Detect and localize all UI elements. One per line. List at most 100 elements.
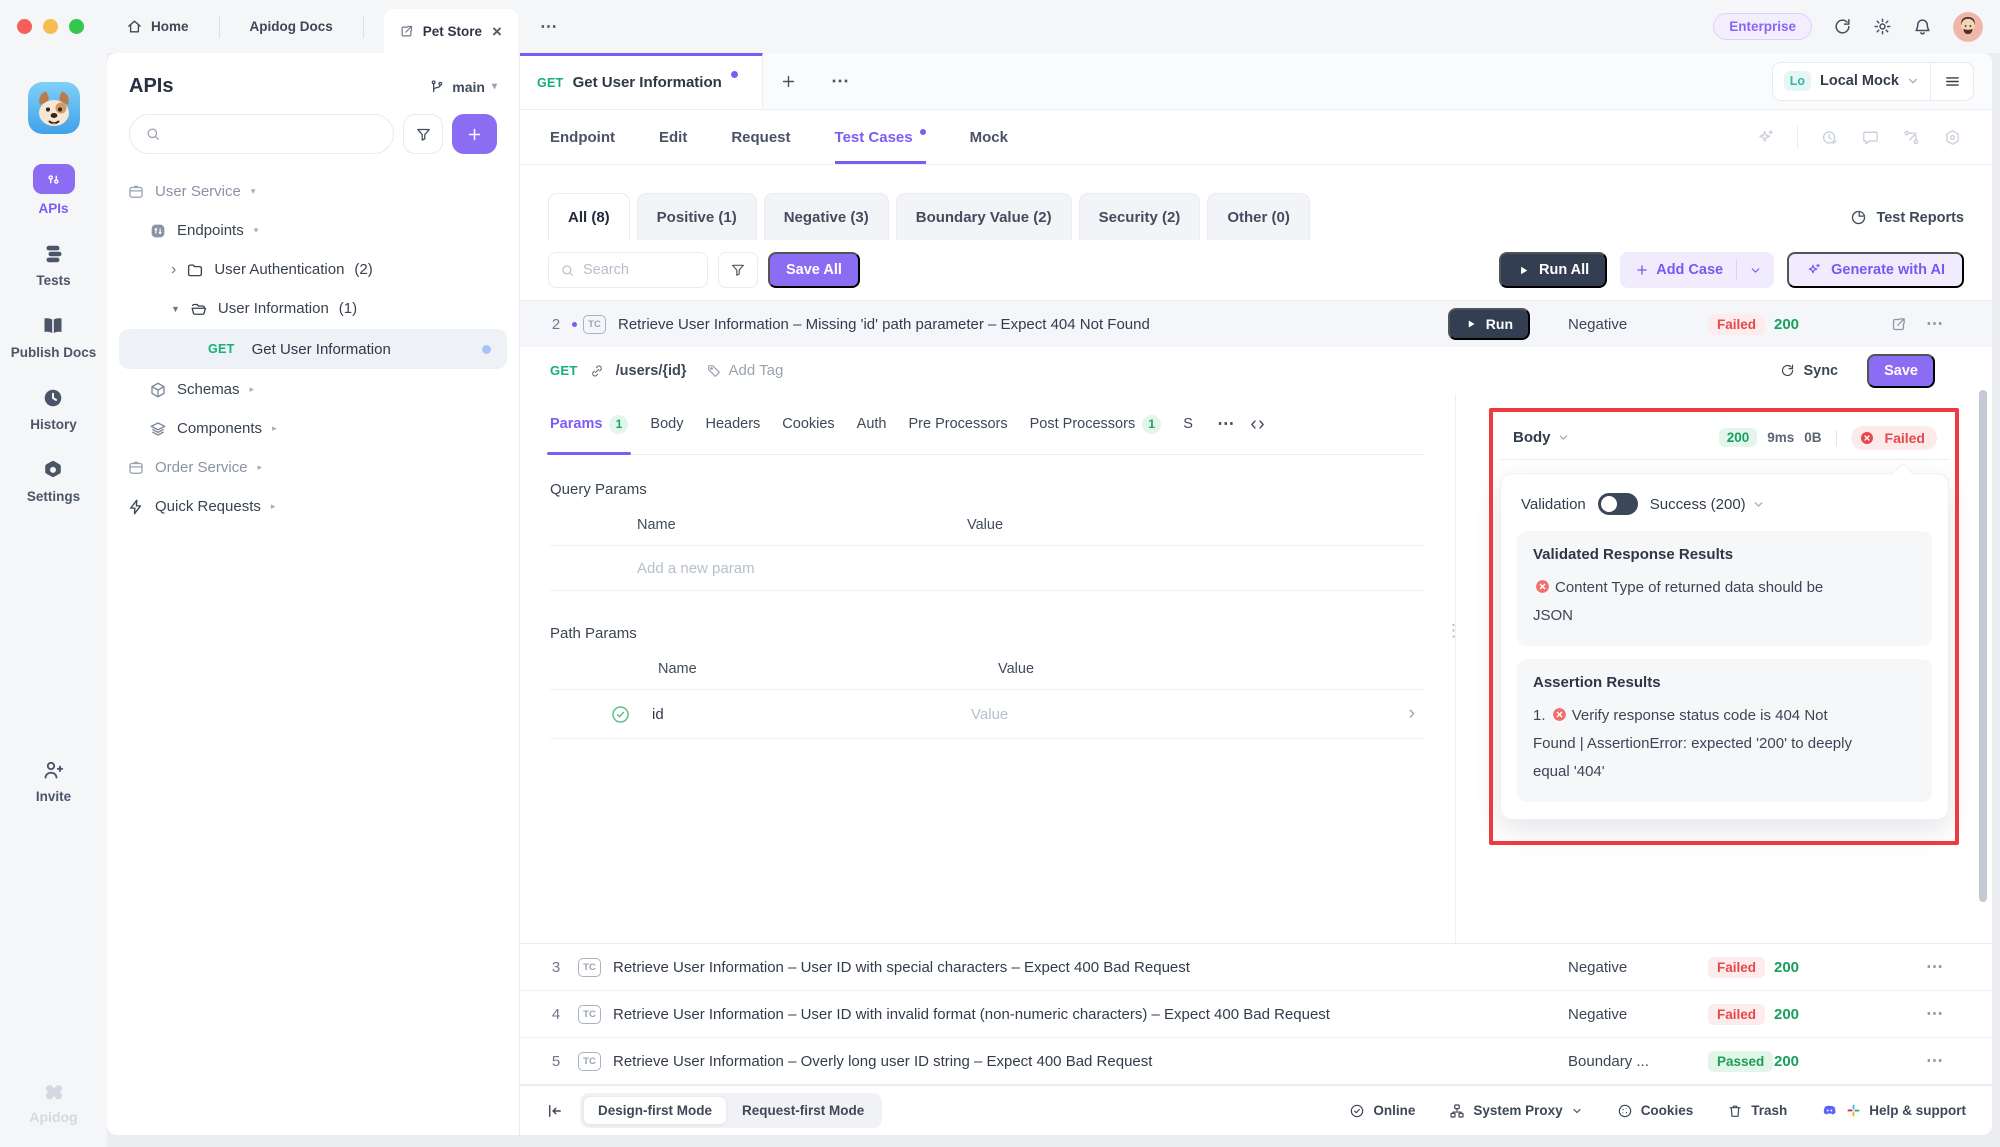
sidebar-item-tests[interactable]: Tests (36, 242, 70, 289)
system-proxy-selector[interactable]: System Proxy (1449, 1103, 1582, 1119)
sidebar-item-history[interactable]: History (30, 386, 77, 433)
tree-item-user-authentication[interactable]: › User Authentication (2) (107, 250, 519, 289)
design-first-mode-button[interactable]: Design-first Mode (583, 1096, 727, 1125)
add-case-button[interactable]: Add Case (1620, 252, 1774, 288)
vertical-scrollbar[interactable] (1979, 390, 1987, 902)
comment-icon[interactable] (1861, 128, 1880, 147)
tree-item-user-service[interactable]: User Service ▾ (107, 172, 519, 211)
tab-overflow[interactable]: S (1183, 416, 1193, 432)
flow-nodes-icon[interactable] (1902, 128, 1921, 147)
filter-button[interactable] (718, 252, 758, 288)
test-case-row[interactable]: 5 TC Retrieve User Information – Overly … (520, 1038, 1992, 1085)
filter-tab-boundary[interactable]: Boundary Value (2) (896, 193, 1072, 240)
validation-toggle[interactable] (1598, 493, 1638, 515)
help-support-button[interactable]: Help & support (1821, 1102, 1966, 1119)
window-close-button[interactable] (17, 19, 32, 34)
test-case-row[interactable]: 3 TC Retrieve User Information – User ID… (520, 944, 1992, 991)
tab-endpoint[interactable]: Endpoint (550, 110, 615, 164)
request-first-mode-button[interactable]: Request-first Mode (727, 1096, 879, 1125)
row-menu-icon[interactable]: ⋯ (1926, 957, 1944, 977)
tab-pet-store[interactable]: Pet Store × (384, 9, 518, 53)
tree-item-quick-requests[interactable]: Quick Requests ▸ (107, 487, 519, 526)
user-avatar[interactable] (1953, 12, 1983, 42)
cookies-button[interactable]: Cookies (1617, 1103, 1694, 1119)
save-all-button[interactable]: Save All (768, 252, 860, 288)
tab-auth[interactable]: Auth (857, 394, 887, 454)
sidebar-item-invite[interactable]: Invite (36, 758, 71, 805)
env-menu-icon[interactable] (1931, 73, 1973, 90)
tree-item-user-information[interactable]: ▼ User Information (1) (107, 289, 519, 328)
home-button[interactable]: Home (110, 18, 205, 35)
filter-tab-positive[interactable]: Positive (1) (637, 193, 757, 240)
tab-body[interactable]: Body (650, 394, 683, 454)
sidebar-item-apis[interactable]: APIs (33, 164, 75, 217)
tab-pre-processors[interactable]: Pre Processors (909, 394, 1008, 454)
tab-post-processors[interactable]: Post Processors1 (1030, 394, 1162, 454)
open-external-icon[interactable] (1890, 316, 1907, 333)
tab-test-cases[interactable]: Test Cases (835, 110, 926, 164)
ai-sparkle-icon[interactable] (1756, 128, 1775, 147)
response-body-selector[interactable]: Body (1513, 429, 1570, 446)
sidebar-item-settings[interactable]: Settings (27, 458, 80, 505)
close-icon[interactable]: × (491, 23, 503, 40)
tree-item-components[interactable]: Components ▸ (107, 409, 519, 448)
sidebar-item-publish-docs[interactable]: Publish Docs (11, 314, 97, 361)
tree-item-endpoints[interactable]: Endpoints ▾ (107, 211, 519, 250)
tab-params[interactable]: Params1 (550, 394, 628, 454)
add-param-input[interactable] (637, 560, 937, 577)
path-param-row[interactable]: id › (550, 690, 1425, 739)
run-all-button[interactable]: Run All (1499, 252, 1607, 288)
window-minimize-button[interactable] (43, 19, 58, 34)
filter-tab-other[interactable]: Other (0) (1207, 193, 1310, 240)
sidebar-search[interactable] (129, 114, 394, 154)
test-reports-button[interactable]: Test Reports (1850, 209, 1964, 226)
test-case-row[interactable]: 2 TC Retrieve User Information – Missing… (520, 300, 1992, 347)
project-avatar[interactable] (28, 82, 80, 134)
filter-tab-security[interactable]: Security (2) (1079, 193, 1201, 240)
branch-selector[interactable]: main ▾ (429, 79, 497, 95)
chevron-right-icon[interactable]: › (1409, 703, 1425, 725)
generate-with-ai-button[interactable]: Generate with AI (1787, 252, 1964, 288)
filter-tab-all[interactable]: All (8) (548, 193, 630, 240)
pane-drag-handle[interactable]: ⋮ (1445, 626, 1462, 635)
tab-edit[interactable]: Edit (659, 110, 687, 164)
online-status[interactable]: Online (1349, 1103, 1415, 1119)
tab-cookies[interactable]: Cookies (782, 394, 834, 454)
param-value-input[interactable] (971, 706, 1171, 723)
bell-icon[interactable] (1913, 17, 1932, 36)
save-button[interactable]: Save (1867, 354, 1935, 388)
refresh-icon[interactable] (1833, 17, 1852, 36)
tree-item-schemas[interactable]: Schemas ▸ (107, 370, 519, 409)
tree-item-get-user-information[interactable]: GET Get User Information (119, 329, 507, 369)
filter-tab-negative[interactable]: Negative (3) (764, 193, 889, 240)
row-menu-icon[interactable]: ⋯ (1926, 1004, 1944, 1024)
enterprise-badge[interactable]: Enterprise (1713, 13, 1812, 40)
row-menu-icon[interactable]: ⋯ (1926, 314, 1944, 334)
sidebar-search-input[interactable] (169, 126, 378, 142)
tab-request[interactable]: Request (731, 110, 790, 164)
test-case-row[interactable]: 4 TC Retrieve User Information – User ID… (520, 991, 1992, 1038)
collapse-sidebar-icon[interactable] (546, 1102, 564, 1120)
new-tab-button[interactable] (763, 53, 814, 109)
target-hex-icon[interactable] (1943, 128, 1962, 147)
doc-tab-get-user-information[interactable]: GET Get User Information (520, 53, 763, 109)
tree-item-order-service[interactable]: Order Service ▸ (107, 448, 519, 487)
case-search-input[interactable] (583, 262, 683, 278)
tab-apidog-docs[interactable]: Apidog Docs (234, 19, 349, 34)
trash-button[interactable]: Trash (1727, 1103, 1787, 1119)
filter-button[interactable] (403, 114, 443, 154)
run-case-button[interactable]: Run (1448, 308, 1530, 340)
more-tabs-button[interactable]: ⋯ (518, 17, 580, 37)
validation-scope-selector[interactable]: Success (200) (1650, 496, 1765, 513)
environment-selector[interactable]: Lo Local Mock (1772, 62, 1974, 101)
case-search[interactable] (548, 252, 708, 288)
sync-button[interactable]: Sync (1780, 363, 1838, 379)
tabs-more-icon[interactable]: ⋯ (1217, 414, 1235, 434)
tab-more-button[interactable]: ⋯ (814, 53, 866, 109)
tab-headers[interactable]: Headers (705, 394, 760, 454)
chevron-down-icon[interactable] (1737, 264, 1774, 277)
window-zoom-button[interactable] (69, 19, 84, 34)
history-icon[interactable] (1820, 128, 1839, 147)
add-tag-button[interactable]: Add Tag (706, 362, 784, 379)
add-param-row[interactable] (550, 546, 1425, 591)
